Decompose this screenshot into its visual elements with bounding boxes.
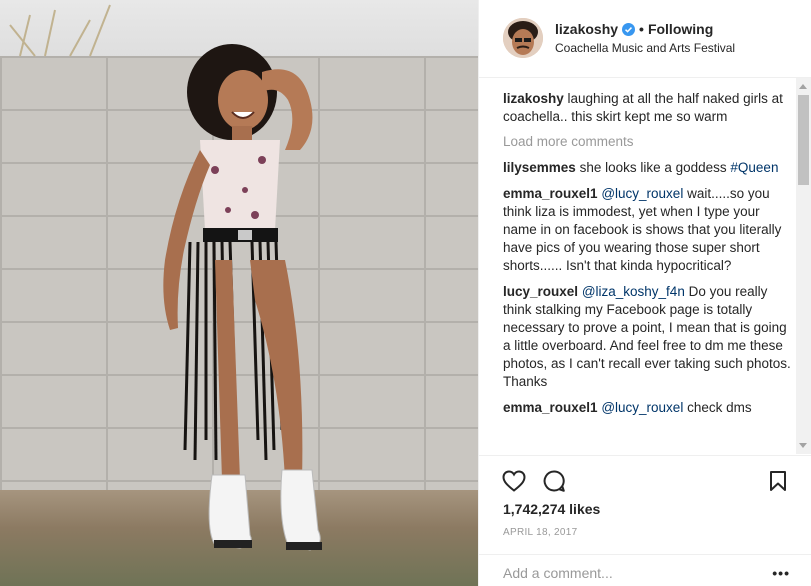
post-side-panel: lizakoshy • Following Coachella Music an… bbox=[478, 0, 811, 586]
comment-item: lucy_rouxel @liza_koshy_f4n Do you reall… bbox=[503, 283, 794, 391]
comment-text: Do you really think stalking my Facebook… bbox=[503, 284, 791, 389]
comment-item: lilysemmes she looks like a goddess #Que… bbox=[503, 159, 794, 177]
header-user-line: lizakoshy • Following bbox=[555, 21, 713, 37]
comment-item: emma_rouxel1 @lucy_rouxel wait.....so yo… bbox=[503, 185, 794, 275]
likes-count[interactable]: 1,742,274 likes bbox=[503, 501, 600, 517]
comments-list[interactable]: lizakoshy laughing at all the half naked… bbox=[479, 78, 811, 454]
post-date: APRIL 18, 2017 bbox=[503, 527, 578, 538]
comment-mention[interactable]: @lucy_rouxel bbox=[601, 400, 683, 415]
verified-badge-icon bbox=[622, 22, 636, 36]
following-button[interactable]: Following bbox=[648, 21, 713, 37]
load-more-comments-button[interactable]: Load more comments bbox=[503, 134, 794, 149]
comment-username[interactable]: emma_rouxel1 bbox=[503, 186, 598, 201]
caption: lizakoshy laughing at all the half naked… bbox=[503, 90, 794, 126]
bookmark-icon[interactable] bbox=[765, 468, 791, 494]
location-link[interactable]: Coachella Music and Arts Festival bbox=[555, 41, 735, 55]
separator-dot: • bbox=[639, 21, 644, 37]
comment-username[interactable]: emma_rouxel1 bbox=[503, 400, 598, 415]
post-header: lizakoshy • Following Coachella Music an… bbox=[479, 0, 811, 78]
post-actions: 1,742,274 likes APRIL 18, 2017 bbox=[479, 455, 811, 565]
comment-text: check dms bbox=[683, 400, 752, 415]
scroll-up-arrow-icon[interactable] bbox=[799, 84, 807, 89]
speech-bubble-icon[interactable] bbox=[541, 468, 567, 494]
comment-username[interactable]: lucy_rouxel bbox=[503, 284, 578, 299]
comment-hashtag[interactable]: #Queen bbox=[730, 160, 778, 175]
heart-icon[interactable] bbox=[501, 468, 527, 494]
scroll-down-arrow-icon[interactable] bbox=[799, 443, 807, 448]
post-photo[interactable] bbox=[0, 0, 478, 586]
comment-text: she looks like a goddess bbox=[575, 160, 731, 175]
add-comment-section: ••• bbox=[479, 554, 811, 586]
caption-username[interactable]: lizakoshy bbox=[503, 91, 564, 106]
comments-scrollbar[interactable] bbox=[796, 78, 811, 454]
comment-username[interactable]: lilysemmes bbox=[503, 160, 576, 175]
comment-input[interactable] bbox=[503, 563, 763, 583]
comment-mention[interactable]: @liza_koshy_f4n bbox=[582, 284, 685, 299]
comment-item: emma_rouxel1 @lucy_rouxel check dms bbox=[503, 399, 794, 417]
more-options-icon[interactable]: ••• bbox=[772, 565, 790, 581]
scrollbar-thumb[interactable] bbox=[798, 95, 809, 185]
photo-person bbox=[9, 4, 322, 551]
avatar[interactable] bbox=[503, 18, 543, 58]
username-link[interactable]: lizakoshy bbox=[555, 21, 618, 37]
comment-mention[interactable]: @lucy_rouxel bbox=[601, 186, 683, 201]
